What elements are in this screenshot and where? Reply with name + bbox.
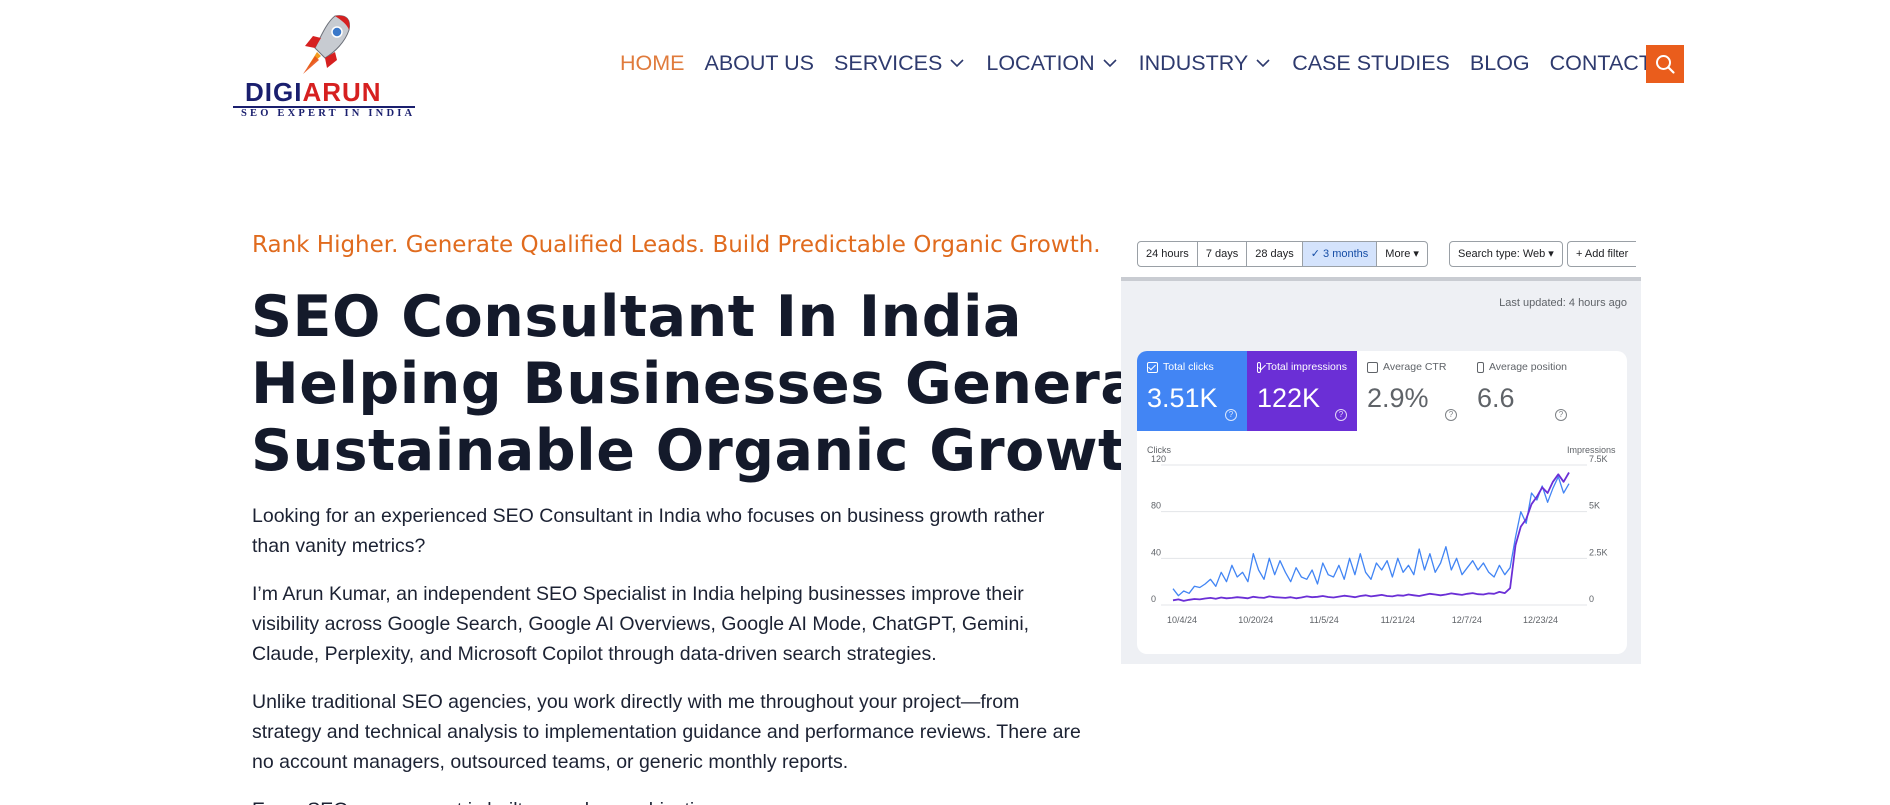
page-title: SEO Consultant In India Helping Business…	[251, 284, 1207, 485]
x-tick-label: 11/5/24	[1309, 615, 1338, 625]
nav-about-us[interactable]: ABOUT US	[705, 51, 815, 76]
series-line-clicks	[1172, 476, 1570, 597]
nav-industry-label: INDUSTRY	[1138, 50, 1249, 75]
headline-line: Sustainable Organic Growth	[251, 418, 1167, 484]
search-button[interactable]	[1646, 45, 1684, 83]
metric-total-clicks: Total clicks 3.51K ?	[1137, 351, 1247, 431]
right-tick-label: 5K	[1589, 501, 1600, 511]
nav-contact[interactable]: CONTACT	[1550, 51, 1652, 76]
x-tick-label: 10/20/24	[1238, 615, 1273, 625]
nav-blog-label: BLOG	[1469, 50, 1530, 75]
chevron-down-icon	[950, 59, 964, 68]
metric-label: Total impressions	[1265, 361, 1347, 373]
left-tick-label: 0	[1151, 594, 1156, 604]
performance-chart: 120 7.5K 80 5K 40 2.5K 0 0 Clicks Impressions 10/4…	[1147, 445, 1616, 625]
range-more: More ▾	[1385, 248, 1419, 260]
site-header: DIGIARUN SEO EXPERT IN INDIA HOME ABOUT …	[0, 0, 1890, 130]
range-3-months: ✓ 3 months	[1302, 242, 1378, 266]
search-type-label: Search type: Web	[1458, 248, 1546, 260]
metric-total-impressions: Total impressions 122K ?	[1247, 351, 1357, 431]
nav-home[interactable]: HOME	[620, 51, 685, 76]
x-tick-label: 11/21/24	[1381, 615, 1415, 625]
headline-line: SEO Consultant In India	[251, 284, 1023, 350]
metric-value: 122K	[1257, 383, 1321, 413]
chevron-down-icon	[1103, 59, 1117, 68]
nav-home-label: HOME	[620, 50, 685, 75]
logo-tagline: SEO EXPERT IN INDIA	[241, 108, 416, 119]
left-axis-label: Clicks	[1147, 445, 1171, 455]
performance-card: Total clicks 3.51K ? Total impressions 1…	[1137, 351, 1627, 654]
nav-services[interactable]: SERVICES	[834, 51, 966, 76]
add-filter-label: Add filter	[1584, 248, 1629, 260]
last-updated: Last updated: 4 hours ago	[1499, 297, 1627, 309]
site-logo[interactable]: DIGIARUN SEO EXPERT IN INDIA	[233, 12, 418, 119]
nav-industry[interactable]: INDUSTRY	[1139, 51, 1273, 76]
metric-label: Total clicks	[1163, 361, 1214, 373]
help-icon: ?	[1445, 409, 1457, 421]
nav-services-label: SERVICES	[834, 50, 943, 75]
logo-wordmark: DIGIARUN	[245, 78, 382, 106]
metric-label: Average CTR	[1383, 361, 1447, 373]
nav-case-studies-label: CASE STUDIES	[1292, 50, 1450, 75]
date-range-pills: 24 hours 7 days 28 days ✓ 3 months More …	[1137, 241, 1428, 267]
nav-location[interactable]: LOCATION	[986, 51, 1118, 76]
headline-line: Helping Businesses Generate	[251, 351, 1207, 417]
checkbox-icon	[1257, 361, 1261, 373]
search-icon	[1656, 55, 1675, 74]
x-tick-label: 10/4/24	[1167, 615, 1197, 625]
metric-value: 3.51K	[1147, 383, 1218, 413]
logo-word-part1: DIGI	[245, 77, 303, 107]
range-more-label: More	[1385, 248, 1411, 260]
chart-series	[1172, 472, 1570, 602]
left-tick-label: 40	[1151, 547, 1161, 557]
metric-average-position: Average position 6.6 ?	[1467, 351, 1577, 431]
logo-word-part2: ARUN	[302, 77, 382, 107]
metric-value: 2.9%	[1367, 383, 1429, 413]
left-tick-label: 80	[1151, 501, 1161, 511]
search-type-filter: Search type: Web ▾	[1449, 241, 1563, 267]
range-3-months-label: 3 months	[1323, 248, 1369, 260]
chart-grid	[1161, 464, 1587, 606]
right-axis-label: Impressions	[1567, 445, 1616, 455]
rocket-icon	[303, 15, 350, 74]
metric-average-ctr: Average CTR 2.9% ?	[1357, 351, 1467, 431]
checkbox-icon	[1147, 361, 1158, 373]
range-28-days: 28 days	[1247, 242, 1303, 266]
nav-blog[interactable]: BLOG	[1470, 51, 1530, 76]
right-tick-label: 7.5K	[1589, 454, 1608, 464]
hero-tagline: Rank Higher. Generate Qualified Leads. B…	[252, 232, 1101, 258]
left-tick-label: 120	[1151, 454, 1166, 464]
right-tick-label: 0	[1589, 594, 1594, 604]
intro-paragraph: Looking for an experienced SEO Consultan…	[252, 505, 1045, 557]
x-tick-label: 12/23/24	[1523, 615, 1558, 625]
add-filter-button: + Add filter	[1567, 241, 1637, 267]
right-tick-label: 2.5K	[1589, 547, 1608, 557]
nav-location-label: LOCATION	[986, 50, 1095, 75]
range-7-days: 7 days	[1198, 242, 1248, 266]
range-24-hours: 24 hours	[1138, 242, 1198, 266]
help-icon: ?	[1555, 409, 1567, 421]
nav-about-us-label: ABOUT US	[704, 50, 815, 75]
metric-value: 6.6	[1477, 383, 1515, 413]
help-icon: ?	[1225, 409, 1237, 421]
main-nav: HOME ABOUT US SERVICES LOCATION INDUSTRY…	[620, 48, 1672, 78]
checkbox-icon	[1477, 361, 1484, 373]
checkbox-icon	[1367, 361, 1378, 373]
chevron-down-icon	[1256, 59, 1270, 68]
x-tick-label: 12/7/24	[1452, 615, 1482, 625]
approach-paragraph: Unlike traditional SEO agencies, you wor…	[252, 691, 1081, 773]
bio-paragraph: I’m Arun Kumar, an independent SEO Speci…	[252, 583, 1030, 665]
help-icon: ?	[1335, 409, 1347, 421]
nav-case-studies[interactable]: CASE STUDIES	[1292, 51, 1450, 76]
date-range-toolbar: 24 hours 7 days 28 days ✓ 3 months More …	[1121, 225, 1641, 281]
metric-label: Average position	[1488, 361, 1567, 373]
engagement-paragraph: Every SEO engagement is built around you…	[252, 795, 1082, 805]
series-line-impressions	[1172, 472, 1570, 602]
nav-contact-label: CONTACT	[1549, 50, 1652, 75]
search-console-screenshot: 24 hours 7 days 28 days ✓ 3 months More …	[1121, 225, 1641, 664]
